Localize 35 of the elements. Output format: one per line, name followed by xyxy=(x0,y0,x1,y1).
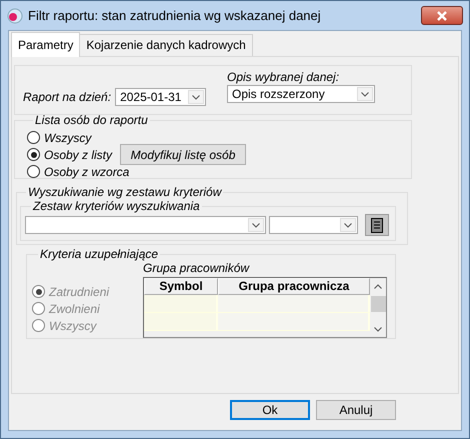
group-title: Wyszukiwanie wg zestawu kryteriów xyxy=(27,185,223,199)
column-header[interactable]: Grupa pracownicza xyxy=(218,278,370,295)
scrollbar-thumb[interactable] xyxy=(370,296,386,312)
date-field[interactable]: 2025-01-31 xyxy=(115,88,206,106)
radio-label: Osoby z listy xyxy=(44,148,112,162)
app-icon xyxy=(7,8,23,24)
field-label: Raport na dzień: xyxy=(23,90,112,104)
window-title: Filtr raportu: stan zatrudnienia wg wskazanej danej xyxy=(28,8,322,23)
tab[interactable]: Kojarzenie danych kadrowych xyxy=(79,34,253,56)
radio-label: Zwolnieni xyxy=(49,302,100,316)
radio-button[interactable] xyxy=(27,165,40,178)
scroll-up-icon[interactable] xyxy=(374,284,382,288)
dialog-button[interactable]: Anuluj xyxy=(316,400,396,420)
radio-button[interactable] xyxy=(27,148,40,161)
radio-label: Zatrudnieni xyxy=(49,284,110,298)
close-button[interactable] xyxy=(421,6,463,25)
modify-list-button[interactable]: Modyfikuj listę osób xyxy=(120,144,246,165)
radio-label: Wszyscy xyxy=(44,130,92,144)
document-icon xyxy=(371,218,383,232)
group-title: Lista osób do raportu xyxy=(34,113,149,127)
grid-title: Grupa pracowników xyxy=(143,261,250,275)
close-icon xyxy=(436,10,448,20)
dialog-button[interactable]: Ok xyxy=(230,400,310,420)
scroll-down-icon[interactable] xyxy=(374,326,382,332)
tab[interactable]: Parametry xyxy=(11,32,80,57)
group-title: Zestaw kryteriów wyszukiwania xyxy=(32,199,201,213)
group-title: Kryteria uzupełniające xyxy=(39,247,160,261)
radio-label: Wszyscy xyxy=(49,318,96,332)
document-button[interactable] xyxy=(365,214,389,236)
radio-button[interactable] xyxy=(27,131,40,144)
description-dropdown[interactable]: Opis rozszerzony xyxy=(227,85,375,103)
column-header[interactable]: Symbol xyxy=(144,278,218,295)
field-label: Opis wybranej danej: xyxy=(227,70,340,84)
radio-label: Osoby z wzorca xyxy=(44,164,130,178)
employee-group-table[interactable]: Symbol Grupa pracownicza xyxy=(143,277,387,338)
